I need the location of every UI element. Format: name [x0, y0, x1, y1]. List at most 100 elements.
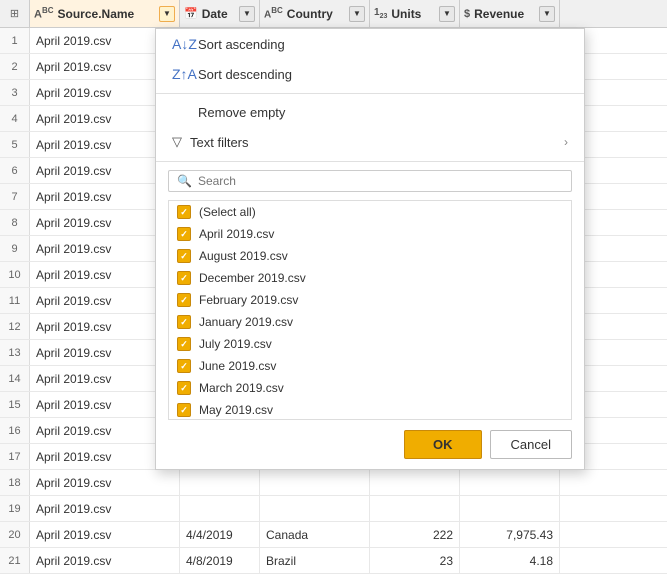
table-row: 18 April 2019.csv	[0, 470, 667, 496]
cell-source-name: April 2019.csv	[30, 496, 180, 521]
filter-checkbox-item[interactable]: ✓ July 2019.csv	[169, 333, 571, 355]
units-label: Units	[391, 7, 421, 21]
checkbox-0[interactable]: ✓	[177, 227, 191, 241]
row-number: 21	[0, 548, 30, 573]
text-filters-label: Text filters	[190, 135, 249, 150]
checkbox-3[interactable]: ✓	[177, 293, 191, 307]
remove-empty-label: Remove empty	[198, 105, 285, 120]
revenue-type-icon: $	[464, 8, 470, 20]
revenue-filter-btn[interactable]: ▼	[539, 6, 555, 22]
row-number: 4	[0, 106, 30, 131]
search-icon: 🔍	[177, 174, 192, 188]
checkbox-label-2: December 2019.csv	[199, 271, 306, 285]
checkbox-list: ✓ (Select all) ✓ April 2019.csv ✓ August…	[168, 200, 572, 420]
ok-button[interactable]: OK	[404, 430, 482, 459]
checkmark-7: ✓	[180, 383, 188, 394]
row-number: 11	[0, 288, 30, 313]
sort-descending-icon: Z↑A	[172, 66, 190, 82]
col-header-country[interactable]: ABC Country ▼	[260, 0, 370, 27]
row-number: 1	[0, 28, 30, 53]
col-header-units[interactable]: 123 Units ▼	[370, 0, 460, 27]
checkbox-label-4: January 2019.csv	[199, 315, 293, 329]
checkmark-6: ✓	[180, 361, 188, 372]
sort-descending-item[interactable]: Z↑A Sort descending	[156, 59, 584, 89]
row-number: 20	[0, 522, 30, 547]
row-number: 18	[0, 470, 30, 495]
filter-checkbox-item[interactable]: ✓ December 2019.csv	[169, 267, 571, 289]
remove-empty-item[interactable]: Remove empty	[156, 98, 584, 127]
country-type-icon: ABC	[264, 6, 283, 20]
checkmark-8: ✓	[180, 405, 188, 416]
row-num-icon: ⊞	[10, 7, 19, 20]
row-number: 3	[0, 80, 30, 105]
cell-country: Canada	[260, 522, 370, 547]
search-box[interactable]: 🔍	[168, 170, 572, 192]
filter-checkbox-item[interactable]: ✓ February 2019.csv	[169, 289, 571, 311]
checkbox-label-3: February 2019.csv	[199, 293, 298, 307]
select-all-checkbox[interactable]: ✓	[177, 205, 191, 219]
source-name-type-icon: ABC	[34, 6, 54, 21]
text-filters-item[interactable]: ▽ Text filters ›	[156, 127, 584, 157]
row-number: 13	[0, 340, 30, 365]
checkmark-0: ✓	[180, 229, 188, 240]
date-filter-btn[interactable]: ▼	[239, 6, 255, 22]
checkmark-2: ✓	[180, 273, 188, 284]
checkbox-6[interactable]: ✓	[177, 359, 191, 373]
row-num-header: ⊞	[0, 0, 30, 27]
cell-date: 4/4/2019	[180, 522, 260, 547]
select-all-item[interactable]: ✓ (Select all)	[169, 201, 571, 223]
row-number: 2	[0, 54, 30, 79]
cell-date	[180, 496, 260, 521]
col-header-date[interactable]: 📅 Date ▼	[180, 0, 260, 27]
source-name-filter-btn[interactable]: ▼	[159, 6, 175, 22]
sort-ascending-label: Sort ascending	[198, 37, 285, 52]
checkmark-3: ✓	[180, 295, 188, 306]
filter-checkbox-item[interactable]: ✓ May 2019.csv	[169, 399, 571, 420]
filter-checkbox-item[interactable]: ✓ June 2019.csv	[169, 355, 571, 377]
cell-source-name: April 2019.csv	[30, 548, 180, 573]
select-all-checkmark: ✓	[180, 207, 188, 218]
table-row: 21 April 2019.csv 4/8/2019 Brazil 23 4.1…	[0, 548, 667, 574]
divider-1	[156, 93, 584, 94]
row-number: 15	[0, 392, 30, 417]
row-number: 10	[0, 262, 30, 287]
cancel-button[interactable]: Cancel	[490, 430, 572, 459]
row-number: 12	[0, 314, 30, 339]
cell-units: 222	[370, 522, 460, 547]
cell-source-name: April 2019.csv	[30, 522, 180, 547]
search-input[interactable]	[198, 174, 563, 188]
sort-descending-label: Sort descending	[198, 67, 292, 82]
checkbox-7[interactable]: ✓	[177, 381, 191, 395]
checkbox-label-7: March 2019.csv	[199, 381, 284, 395]
checkbox-label-8: May 2019.csv	[199, 403, 273, 417]
units-filter-btn[interactable]: ▼	[439, 6, 455, 22]
header-row: ⊞ ABC Source.Name ▼ 📅 Date ▼ ABC Country…	[0, 0, 667, 28]
cell-country: Brazil	[260, 548, 370, 573]
row-number: 14	[0, 366, 30, 391]
col-header-revenue[interactable]: $ Revenue ▼	[460, 0, 560, 27]
checkbox-label-6: June 2019.csv	[199, 359, 276, 373]
cell-source-name: April 2019.csv	[30, 470, 180, 495]
checkbox-4[interactable]: ✓	[177, 315, 191, 329]
checkbox-2[interactable]: ✓	[177, 271, 191, 285]
row-number: 8	[0, 210, 30, 235]
filter-checkbox-item[interactable]: ✓ August 2019.csv	[169, 245, 571, 267]
row-number: 19	[0, 496, 30, 521]
country-label: Country	[287, 7, 333, 21]
col-header-source-name[interactable]: ABC Source.Name ▼	[30, 0, 180, 27]
filter-checkbox-item[interactable]: ✓ April 2019.csv	[169, 223, 571, 245]
checkbox-label-5: July 2019.csv	[199, 337, 272, 351]
sort-ascending-item[interactable]: A↓Z Sort ascending	[156, 29, 584, 59]
checkbox-1[interactable]: ✓	[177, 249, 191, 263]
row-number: 9	[0, 236, 30, 261]
text-filter-icon: ▽	[172, 134, 182, 150]
revenue-label: Revenue	[474, 7, 524, 21]
checkbox-5[interactable]: ✓	[177, 337, 191, 351]
date-label: Date	[202, 7, 228, 21]
cell-country	[260, 496, 370, 521]
cell-revenue	[460, 496, 560, 521]
filter-checkbox-item[interactable]: ✓ January 2019.csv	[169, 311, 571, 333]
country-filter-btn[interactable]: ▼	[349, 6, 365, 22]
filter-checkbox-item[interactable]: ✓ March 2019.csv	[169, 377, 571, 399]
checkbox-8[interactable]: ✓	[177, 403, 191, 417]
